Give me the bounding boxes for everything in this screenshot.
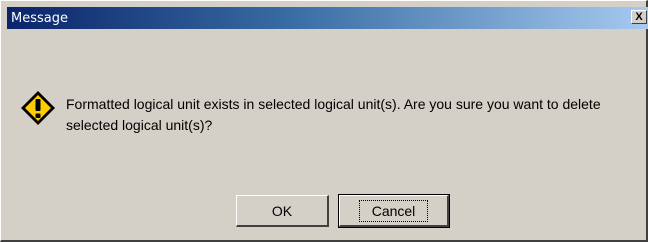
window-title: Message <box>11 10 68 26</box>
title-bar[interactable]: Message X <box>7 7 648 29</box>
cancel-button[interactable]: Cancel <box>338 194 450 228</box>
close-button[interactable]: X <box>631 10 647 24</box>
ok-button[interactable]: OK <box>236 195 329 227</box>
cancel-button-label: Cancel <box>358 199 429 222</box>
message-text: Formatted logical unit exists in selecte… <box>66 96 601 133</box>
message-dialog: Message X Formatted logical unit exists … <box>0 0 648 242</box>
close-icon: X <box>635 10 643 23</box>
warning-icon <box>21 91 55 125</box>
ok-button-label: OK <box>271 202 293 219</box>
